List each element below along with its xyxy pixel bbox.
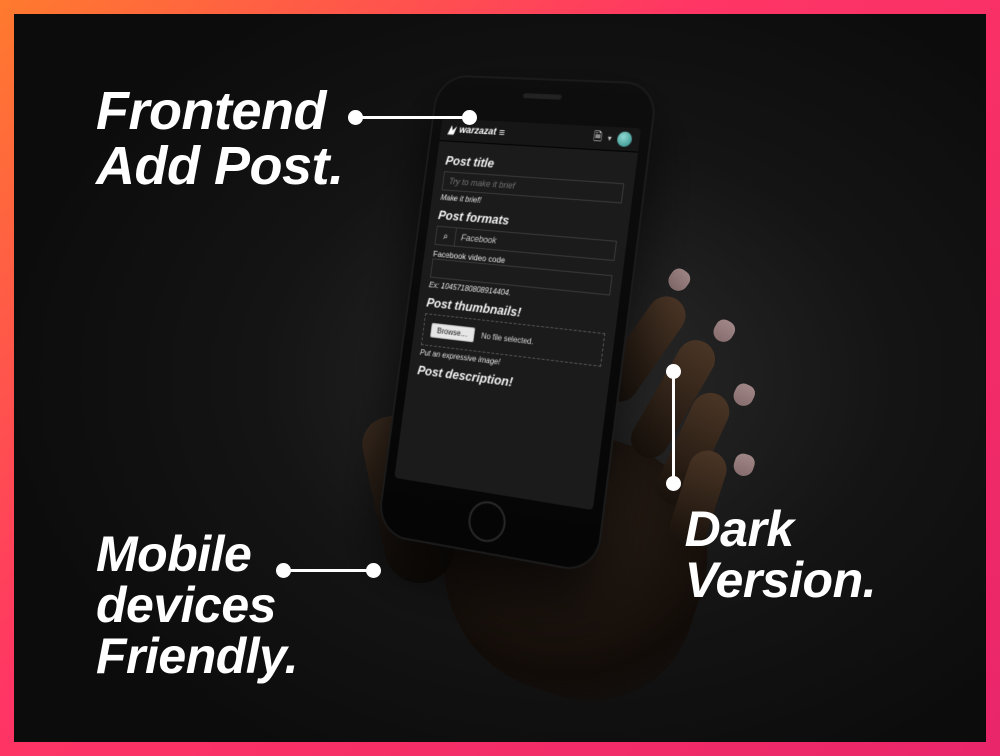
phone-mockup: warzazat ≡ 🗎 ▾ Post title: [394, 74, 634, 554]
add-post-form: Post title Make it brief! Post formats ⌕…: [406, 141, 638, 416]
callout-line: Friendly.: [96, 631, 298, 682]
brand-text: warzazat: [459, 125, 497, 138]
callout-line: Frontend: [96, 84, 344, 139]
callout-frontend-add-post: Frontend Add Post.: [96, 84, 344, 194]
facebook-icon: ⌕: [434, 226, 456, 247]
callout-line: Version.: [685, 555, 876, 606]
post-title-label: Post title: [445, 153, 627, 179]
gradient-frame: warzazat ≡ 🗎 ▾ Post title: [0, 0, 1000, 756]
brand-icon: [447, 125, 457, 135]
callout-line: Dark: [685, 504, 876, 555]
app-brand[interactable]: warzazat ≡: [447, 124, 505, 139]
callout-dark-version: Dark Version.: [685, 504, 876, 606]
dropdown-caret-icon[interactable]: ▾: [607, 134, 612, 143]
callout-mobile-friendly: Mobile devices Friendly.: [96, 529, 298, 682]
phone-speaker: [523, 93, 562, 100]
callout-line: Add Post.: [96, 139, 344, 194]
avatar[interactable]: [616, 131, 632, 147]
new-post-icon[interactable]: 🗎: [592, 128, 603, 147]
callout-line: devices: [96, 580, 298, 631]
menu-icon[interactable]: ≡: [498, 127, 505, 139]
stage: warzazat ≡ 🗎 ▾ Post title: [14, 14, 986, 742]
no-file-text: No file selected.: [481, 331, 534, 346]
browse-button[interactable]: Browse…: [430, 323, 475, 343]
callout-line: Mobile: [96, 529, 298, 580]
